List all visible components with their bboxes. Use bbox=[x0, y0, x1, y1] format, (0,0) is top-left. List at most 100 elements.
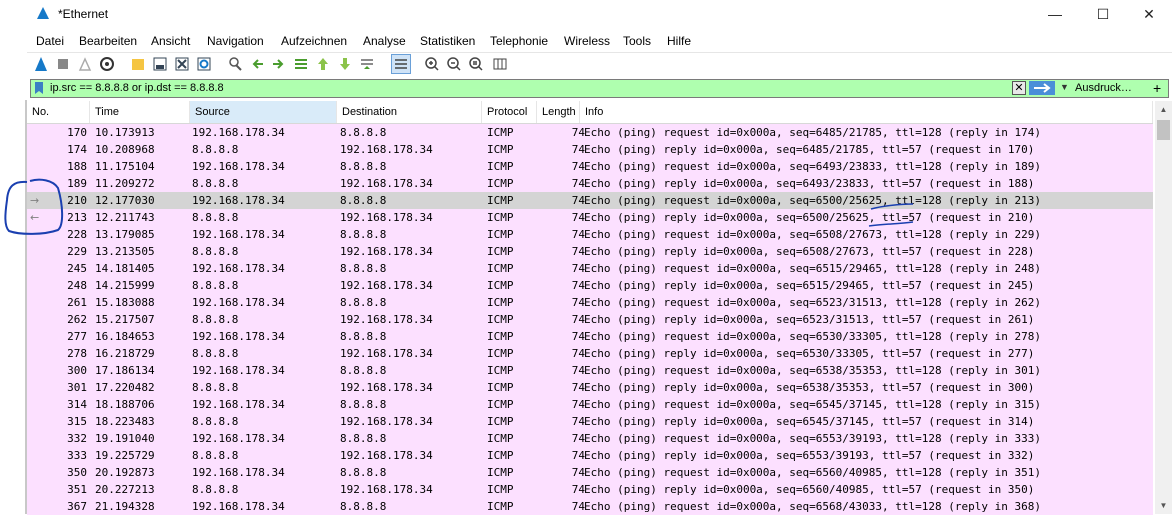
cell-no: 333 bbox=[67, 449, 87, 462]
apply-filter-button[interactable] bbox=[1029, 81, 1055, 95]
menu-hilfe[interactable]: Hilfe bbox=[667, 34, 691, 48]
menu-aufzeichnen[interactable]: Aufzeichnen bbox=[281, 34, 347, 48]
menu-analyse[interactable]: Analyse bbox=[363, 34, 406, 48]
save-file-icon[interactable] bbox=[152, 56, 168, 72]
minimize-button[interactable]: — bbox=[1032, 2, 1078, 26]
table-row[interactable]: 189 11.209272 8.8.8.8 192.168.178.34 ICMP 74 E… bbox=[27, 175, 1153, 192]
add-filter-button[interactable]: + bbox=[1153, 80, 1161, 96]
expression-button[interactable]: Ausdruck… bbox=[1075, 82, 1132, 94]
table-row[interactable]: 301 17.220482 8.8.8.8 192.168.178.34 ICMP 74 E… bbox=[27, 379, 1153, 396]
table-row[interactable]: 261 15.183088 192.168.178.34 8.8.8.8 ICMP 74 E… bbox=[27, 294, 1153, 311]
cell-len: 74 bbox=[571, 415, 585, 428]
close-file-icon[interactable] bbox=[174, 56, 190, 72]
table-row[interactable]: 277 16.184653 192.168.178.34 8.8.8.8 ICMP 74 E… bbox=[27, 328, 1153, 345]
find-packet-icon[interactable] bbox=[227, 56, 243, 72]
close-button[interactable]: ✕ bbox=[1126, 2, 1172, 26]
table-row[interactable]: 170 10.173913 192.168.178.34 8.8.8.8 ICMP 74 E… bbox=[27, 124, 1153, 141]
table-row[interactable]: ← 213 12.211743 8.8.8.8 192.168.178.34 ICMP 74… bbox=[27, 209, 1153, 226]
stop-capture-icon[interactable] bbox=[55, 56, 71, 72]
cell-time: 13.213505 bbox=[95, 245, 155, 258]
cell-dst: 8.8.8.8 bbox=[340, 500, 387, 513]
cell-time: 16.184653 bbox=[95, 330, 155, 343]
column-header-no[interactable]: No. bbox=[27, 101, 90, 123]
normal-size-icon[interactable] bbox=[468, 56, 484, 72]
zoom-in-icon[interactable] bbox=[424, 56, 440, 72]
go-back-icon[interactable] bbox=[249, 56, 265, 72]
cell-proto: ICMP bbox=[487, 500, 514, 513]
scrollbar-thumb[interactable] bbox=[1157, 120, 1170, 140]
table-row[interactable]: 332 19.191040 192.168.178.34 8.8.8.8 ICMP 74 E… bbox=[27, 430, 1153, 447]
table-row[interactable]: → 210 12.177030 192.168.178.34 8.8.8.8 ICMP 74… bbox=[27, 192, 1153, 209]
cell-info: Echo (ping) request id=0x000a, seq=6545/… bbox=[584, 398, 1041, 411]
maximize-button[interactable]: ☐ bbox=[1080, 2, 1126, 26]
cell-time: 20.227213 bbox=[95, 483, 155, 496]
cell-len: 74 bbox=[571, 330, 585, 343]
display-filter-input[interactable]: ip.src == 8.8.8.8 or ip.dst == 8.8.8.8 bbox=[50, 82, 224, 94]
menu-ansicht[interactable]: Ansicht bbox=[151, 34, 190, 48]
table-row[interactable]: 228 13.179085 192.168.178.34 8.8.8.8 ICMP 74 E… bbox=[27, 226, 1153, 243]
menu-datei[interactable]: Datei bbox=[36, 34, 64, 48]
cell-no: 351 bbox=[67, 483, 87, 496]
restart-capture-icon[interactable] bbox=[77, 56, 93, 72]
column-header-info[interactable]: Info bbox=[580, 101, 1153, 123]
scroll-down-icon[interactable]: ▼ bbox=[1155, 497, 1172, 514]
go-forward-icon[interactable] bbox=[271, 56, 287, 72]
table-row[interactable]: 314 18.188706 192.168.178.34 8.8.8.8 ICMP 74 E… bbox=[27, 396, 1153, 413]
table-row[interactable]: 248 14.215999 8.8.8.8 192.168.178.34 ICMP 74 E… bbox=[27, 277, 1153, 294]
cell-time: 21.194328 bbox=[95, 500, 155, 513]
menu-statistiken[interactable]: Statistiken bbox=[420, 34, 475, 48]
clear-filter-icon[interactable]: ✕ bbox=[1012, 81, 1026, 95]
resize-columns-icon[interactable] bbox=[492, 56, 508, 72]
main-toolbar bbox=[27, 52, 1172, 77]
column-header-src[interactable]: Source bbox=[190, 101, 337, 123]
table-row[interactable]: 188 11.175104 192.168.178.34 8.8.8.8 ICMP 74 E… bbox=[27, 158, 1153, 175]
scroll-up-icon[interactable]: ▲ bbox=[1155, 101, 1172, 118]
zoom-out-icon[interactable] bbox=[446, 56, 462, 72]
first-packet-icon[interactable] bbox=[315, 56, 331, 72]
table-row[interactable]: 333 19.225729 8.8.8.8 192.168.178.34 ICMP 74 E… bbox=[27, 447, 1153, 464]
cell-len: 74 bbox=[571, 500, 585, 513]
start-capture-icon[interactable] bbox=[33, 56, 49, 72]
table-row[interactable]: 229 13.213505 8.8.8.8 192.168.178.34 ICMP 74 E… bbox=[27, 243, 1153, 260]
desktop-left-strip bbox=[0, 0, 27, 514]
table-row[interactable]: 174 10.208968 8.8.8.8 192.168.178.34 ICMP 74 E… bbox=[27, 141, 1153, 158]
cell-dst: 192.168.178.34 bbox=[340, 381, 433, 394]
table-row[interactable]: 300 17.186134 192.168.178.34 8.8.8.8 ICMP 74 E… bbox=[27, 362, 1153, 379]
bookmark-icon[interactable] bbox=[35, 82, 43, 94]
cell-no: 367 bbox=[67, 500, 87, 513]
column-header-len[interactable]: Length bbox=[537, 101, 580, 123]
table-row[interactable]: 350 20.192873 192.168.178.34 8.8.8.8 ICMP 74 E… bbox=[27, 464, 1153, 481]
menu-bearbeiten[interactable]: Bearbeiten bbox=[79, 34, 137, 48]
filter-history-dropdown[interactable]: ▼ bbox=[1060, 82, 1069, 92]
cell-no: 210 bbox=[67, 194, 87, 207]
last-packet-icon[interactable] bbox=[337, 56, 353, 72]
cell-info: Echo (ping) request id=0x000a, seq=6568/… bbox=[584, 500, 1041, 513]
display-filter-bar[interactable]: ip.src == 8.8.8.8 or ip.dst == 8.8.8.8 ✕… bbox=[30, 79, 1169, 98]
column-header-time[interactable]: Time bbox=[90, 101, 190, 123]
capture-options-icon[interactable] bbox=[99, 56, 115, 72]
table-row[interactable]: 367 21.194328 192.168.178.34 8.8.8.8 ICMP 74 E… bbox=[27, 498, 1153, 515]
menu-navigation[interactable]: Navigation bbox=[207, 34, 264, 48]
menu-wireless[interactable]: Wireless bbox=[564, 34, 610, 48]
table-row[interactable]: 351 20.227213 8.8.8.8 192.168.178.34 ICMP 74 E… bbox=[27, 481, 1153, 498]
open-file-icon[interactable] bbox=[130, 56, 146, 72]
table-row[interactable]: 262 15.217507 8.8.8.8 192.168.178.34 ICMP 74 E… bbox=[27, 311, 1153, 328]
table-row[interactable]: 278 16.218729 8.8.8.8 192.168.178.34 ICMP 74 E… bbox=[27, 345, 1153, 362]
reload-file-icon[interactable] bbox=[196, 56, 212, 72]
table-row[interactable]: 315 18.223483 8.8.8.8 192.168.178.34 ICMP 74 E… bbox=[27, 413, 1153, 430]
menu-telephonie[interactable]: Telephonie bbox=[490, 34, 548, 48]
go-to-packet-icon[interactable] bbox=[293, 56, 309, 72]
arrow-right-icon bbox=[1034, 83, 1051, 93]
column-header-proto[interactable]: Protocol bbox=[482, 101, 537, 123]
cell-info: Echo (ping) reply id=0x000a, seq=6493/23… bbox=[584, 177, 1035, 190]
cell-time: 10.208968 bbox=[95, 143, 155, 156]
menu-tools[interactable]: Tools bbox=[623, 34, 651, 48]
table-row[interactable]: 245 14.181405 192.168.178.34 8.8.8.8 ICMP 74 E… bbox=[27, 260, 1153, 277]
cell-len: 74 bbox=[571, 398, 585, 411]
cell-src: 192.168.178.34 bbox=[192, 262, 285, 275]
column-header-dst[interactable]: Destination bbox=[337, 101, 482, 123]
vertical-scrollbar[interactable]: ▲ ▼ bbox=[1155, 101, 1172, 514]
auto-scroll-icon[interactable] bbox=[359, 56, 375, 72]
colorize-icon[interactable] bbox=[391, 54, 411, 74]
cell-no: 229 bbox=[67, 245, 87, 258]
